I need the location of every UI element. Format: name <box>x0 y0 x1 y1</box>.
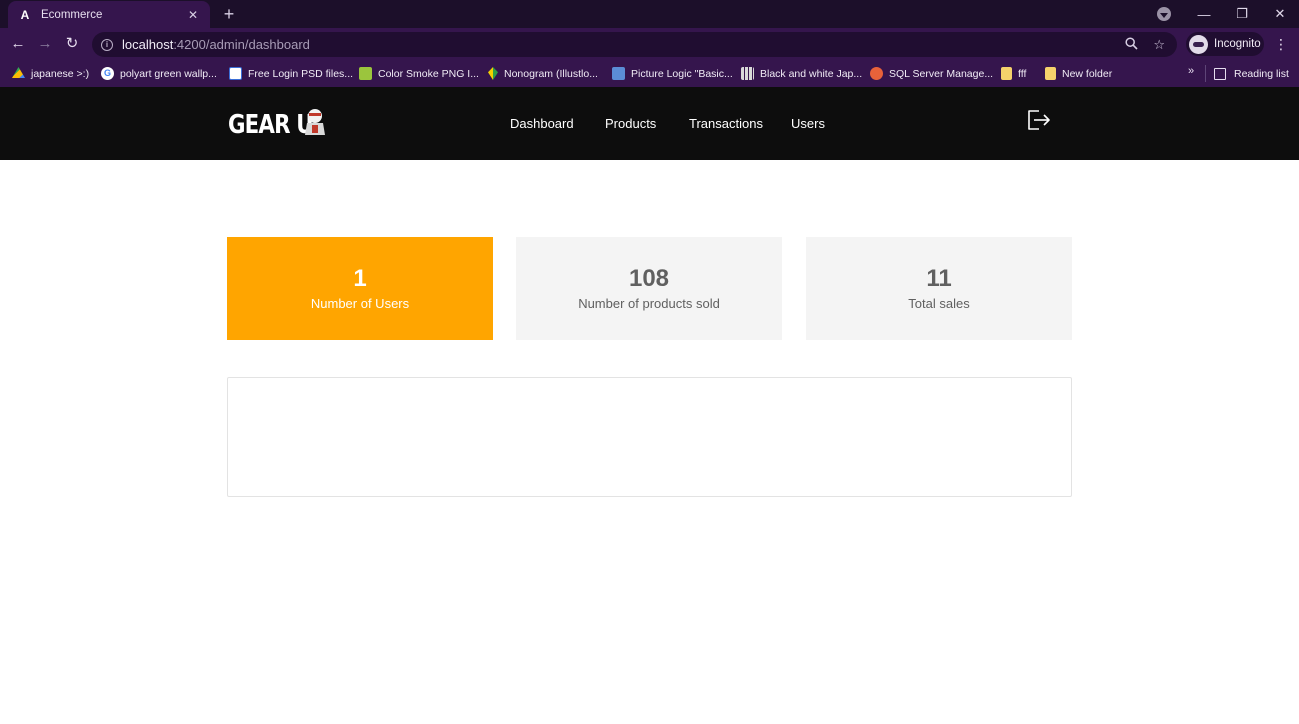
folder-icon <box>1045 67 1056 80</box>
leaf-icon <box>488 67 498 80</box>
logout-icon[interactable] <box>1026 109 1052 131</box>
grid-icon <box>741 67 754 80</box>
tab-close-icon[interactable]: ✕ <box>186 8 200 22</box>
dashboard-content-panel <box>227 377 1072 497</box>
angular-favicon-icon: A <box>20 7 30 22</box>
bookmarks-bar: japanese >:) G polyart green wallp... Fr… <box>0 60 1299 87</box>
brand-logo[interactable]: GEAR U <box>228 107 331 143</box>
stat-label: Number of products sold <box>578 296 720 311</box>
bookmark-item[interactable]: japanese >:) <box>12 65 89 82</box>
nav-users[interactable]: Users <box>791 87 825 160</box>
bookmark-item[interactable]: Free Login PSD files... <box>229 65 353 82</box>
stat-card-products-sold: 108 Number of products sold <box>516 237 782 340</box>
browser-toolbar: ← → ↻ i localhost :4200/admin/dashboard … <box>0 28 1299 60</box>
incognito-label: Incognito <box>1214 38 1261 50</box>
new-tab-button[interactable]: + <box>220 4 238 24</box>
stat-card-users: 1 Number of Users <box>227 237 493 340</box>
reload-icon[interactable]: ↻ <box>62 34 82 54</box>
sql-icon <box>870 67 883 80</box>
app-navbar: GEAR U Dashboard Products Transactions U… <box>0 87 1299 160</box>
image-icon <box>359 67 372 80</box>
stat-label: Number of Users <box>310 296 410 311</box>
browser-menu-icon[interactable]: ⋮ <box>1274 35 1288 53</box>
more-bookmarks-button[interactable]: » <box>1188 65 1194 77</box>
bookmark-item[interactable]: Black and white Jap... <box>741 65 862 82</box>
google-icon: G <box>101 67 114 80</box>
bookmark-item[interactable]: G polyart green wallp... <box>101 65 217 82</box>
bookmark-item[interactable]: SQL Server Manage... <box>870 65 993 82</box>
back-arrow-icon[interactable]: ← <box>8 34 28 54</box>
browser-tabstrip: A Ecommerce ✕ + — ❐ ✕ <box>0 0 1299 28</box>
bookmark-item[interactable]: Picture Logic "Basic... <box>612 65 733 82</box>
minimize-icon[interactable]: — <box>1185 7 1223 22</box>
url-host: localhost <box>122 37 174 52</box>
nav-transactions[interactable]: Transactions <box>689 87 763 160</box>
tab-search-icon[interactable] <box>1157 7 1171 21</box>
bookmark-item[interactable]: Nonogram (Illustlo... <box>488 65 598 82</box>
bookmarks-divider <box>1205 65 1206 82</box>
incognito-profile-button[interactable]: Incognito <box>1186 32 1264 56</box>
restore-icon[interactable]: ❐ <box>1223 6 1261 22</box>
bookmark-folder[interactable]: fff <box>1001 65 1026 82</box>
forward-arrow-icon[interactable]: → <box>35 34 55 54</box>
url-path: :4200/admin/dashboard <box>173 37 310 52</box>
folder-icon <box>1001 67 1012 80</box>
reading-list-icon <box>1214 67 1226 80</box>
nav-dashboard[interactable]: Dashboard <box>510 87 574 160</box>
stat-label: Total sales <box>908 296 970 311</box>
stat-value: 1 <box>353 265 367 292</box>
site-info-icon[interactable]: i <box>101 38 113 51</box>
bookmark-folder[interactable]: New folder <box>1045 65 1112 82</box>
square-icon <box>229 67 242 80</box>
incognito-icon <box>1189 34 1208 54</box>
bookmark-item[interactable]: Color Smoke PNG I... <box>359 65 479 82</box>
stat-card-total-sales: 11 Total sales <box>806 237 1072 340</box>
picture-icon <box>612 67 625 80</box>
stat-value: 11 <box>926 265 952 292</box>
logo-mascot-icon <box>305 109 325 135</box>
nav-products[interactable]: Products <box>605 87 656 160</box>
tab-title: Ecommerce <box>41 8 103 21</box>
reading-list-button[interactable]: Reading list <box>1214 65 1289 82</box>
address-bar[interactable]: i localhost :4200/admin/dashboard ☆ <box>92 32 1177 57</box>
bookmark-star-icon[interactable]: ☆ <box>1153 37 1165 53</box>
browser-tab-ecommerce[interactable]: A Ecommerce ✕ <box>8 1 210 28</box>
stat-value: 108 <box>628 265 670 292</box>
window-controls: — ❐ ✕ <box>1185 0 1299 28</box>
window-close-icon[interactable]: ✕ <box>1261 6 1299 22</box>
drive-icon <box>12 67 25 79</box>
logo-text: GEAR U <box>228 110 314 140</box>
zoom-icon[interactable] <box>1125 36 1138 53</box>
